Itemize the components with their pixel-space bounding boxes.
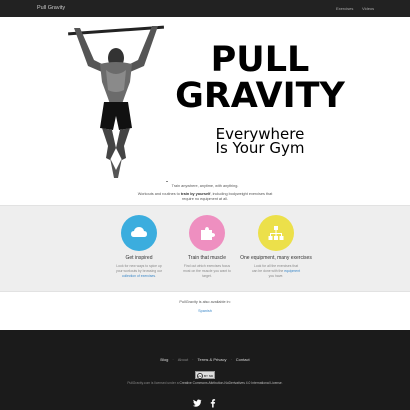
footer-link-contact[interactable]: Contact <box>236 357 250 362</box>
feature-desc-text: Look for all the exercises that <box>253 263 299 268</box>
feature-one-equipment: One equipment, many exercises Look for a… <box>236 215 316 279</box>
cc-icon: cc <box>197 373 203 379</box>
intro-line-2: Workouts and routines to train by yourse… <box>0 192 410 196</box>
feature-title: Train that muscle <box>187 255 227 261</box>
top-navbar: Pull Gravity Exercises Videos <box>0 0 410 17</box>
nav-link-videos[interactable]: Videos <box>362 6 374 11</box>
pull-up-man-illustration <box>68 25 165 178</box>
twitter-icon[interactable] <box>192 398 202 408</box>
feature-description: Look for all the exercises that can be d… <box>236 264 316 279</box>
footer: Blog · About · Terms & Privacy · Contact cc BY… <box>0 330 410 410</box>
exercises-collection-link[interactable]: collection of exercises <box>122 274 155 278</box>
license-marks: BY ND <box>204 373 214 378</box>
footer-link-blog[interactable]: Blog <box>160 357 168 362</box>
intro-text: , including bodyweight exercises that <box>210 192 273 196</box>
facebook-icon[interactable] <box>208 398 218 408</box>
hero-tagline: Everywhere Is Your Gym <box>190 127 330 157</box>
spanish-language-link[interactable]: Spanish <box>0 309 410 313</box>
hero-title: PULL GRAVITY <box>172 42 348 114</box>
feature-desc-text: can be done with the <box>251 268 285 273</box>
feature-desc-text: Find out which exercises focus <box>183 263 231 268</box>
availability-text: PullGravity is also available in: <box>179 300 231 304</box>
intro-emphasis: train by yourself <box>180 192 211 196</box>
features-section: Get inspired Look for new ways to spice … <box>0 205 410 292</box>
hero-divider-dot <box>166 181 168 182</box>
license-text: PullGravity.com is licensed under a Crea… <box>0 381 410 385</box>
feature-desc-text: you have. <box>268 273 284 278</box>
footer-link-terms[interactable]: Terms & Privacy <box>198 357 227 362</box>
feature-desc-text: your workouts by browsing our <box>116 268 162 273</box>
feature-desc-text: most on the muscle you want to <box>183 268 231 273</box>
feature-desc-text: Look for new ways to spice up <box>116 263 162 268</box>
brand-link[interactable]: Pull Gravity <box>37 5 65 11</box>
feature-description: Find out which exercises focus most on t… <box>167 264 247 279</box>
puzzle-icon <box>189 215 225 251</box>
hero-title-line-1: PULL <box>210 40 310 80</box>
footer-link-about[interactable]: About <box>178 357 188 362</box>
hero-title-line-2: GRAVITY <box>175 76 345 116</box>
feature-desc-text: . <box>155 273 157 278</box>
creative-commons-badge[interactable]: cc BY ND <box>195 371 215 379</box>
equipment-link[interactable]: equipment <box>284 269 300 273</box>
nav-link-exercises[interactable]: Exercises <box>336 6 353 11</box>
license-suffix: . <box>281 381 283 385</box>
footer-nav: Blog · About · Terms & Privacy · Contact <box>160 357 250 362</box>
hero-tagline-line-2: Is Your Gym <box>215 139 305 157</box>
intro-line-3: require no equipment at all. <box>181 197 228 201</box>
cloud-icon <box>121 215 157 251</box>
feature-train-that-muscle: Train that muscle Find out which exercis… <box>167 215 247 279</box>
sitemap-icon <box>258 215 294 251</box>
intro-text: Workouts and routines to <box>137 192 181 196</box>
feature-desc-text: target. <box>202 273 212 278</box>
license-prefix: PullGravity.com is licensed under a <box>127 381 180 385</box>
license-link[interactable]: Creative Commons Attribution-NoDerivativ… <box>179 381 281 385</box>
feature-title: One equipment, many exercises <box>240 255 312 261</box>
intro-line-1: Train anywhere, anytime, with anything. <box>171 184 239 188</box>
